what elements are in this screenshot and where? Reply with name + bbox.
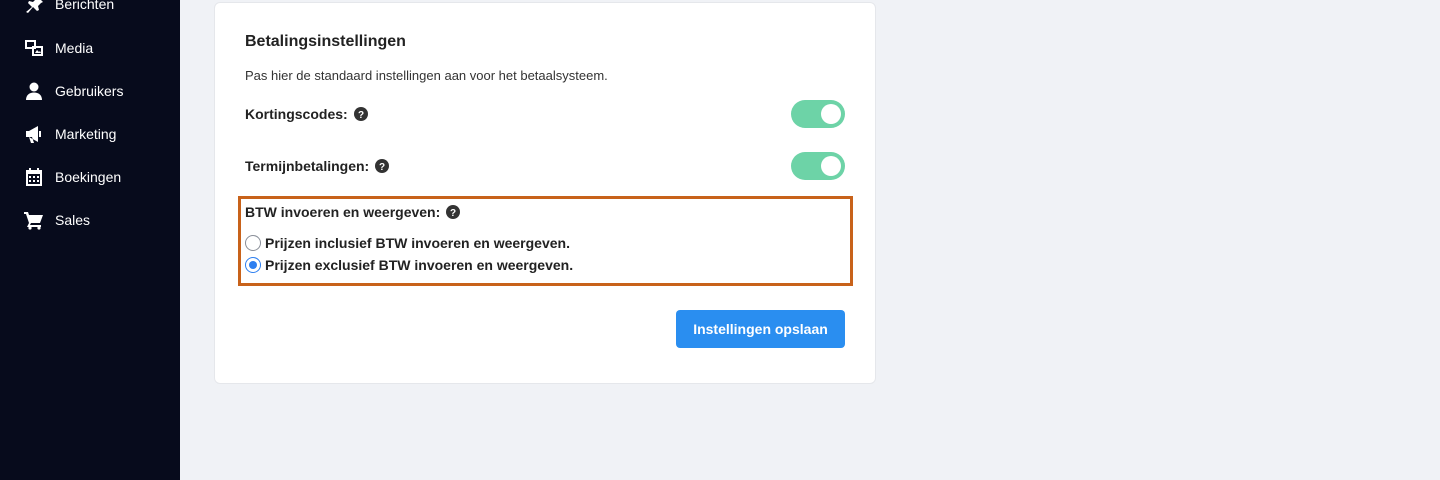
sidebar-item-label: Boekingen (55, 169, 122, 185)
media-icon (24, 38, 44, 58)
radio-dot (249, 261, 257, 269)
payment-settings-card: Betalingsinstellingen Pas hier de standa… (214, 2, 876, 384)
setting-label: Kortingscodes: (245, 106, 348, 122)
calendar-icon (24, 167, 44, 187)
installments-toggle[interactable] (791, 152, 845, 180)
radio-label: Prijzen inclusief BTW invoeren en weerge… (265, 235, 570, 251)
sidebar-item-label: Marketing (55, 126, 117, 142)
card-title: Betalingsinstellingen (245, 33, 406, 50)
user-icon (24, 81, 44, 101)
sidebar-item-gebruikers[interactable]: Gebruikers (0, 73, 180, 109)
save-settings-button[interactable]: Instellingen opslaan (676, 310, 845, 348)
sidebar-item-media[interactable]: Media (0, 30, 180, 66)
sidebar-item-sales[interactable]: Sales (0, 202, 180, 238)
toggle-knob (821, 156, 841, 176)
btw-inclusive-option[interactable]: Prijzen inclusief BTW invoeren en weerge… (245, 235, 570, 251)
pin-icon (24, 0, 44, 14)
sidebar-item-boekingen[interactable]: Boekingen (0, 159, 180, 195)
sidebar-item-label: Berichten (55, 0, 115, 12)
discount-codes-setting: Kortingscodes: ? (245, 106, 368, 122)
cart-icon (24, 210, 44, 230)
card-description: Pas hier de standaard instellingen aan v… (245, 68, 608, 83)
svg-text:?: ? (358, 110, 364, 121)
sidebar-item-berichten[interactable]: Berichten (0, 0, 180, 22)
installments-setting: Termijnbetalingen: ? (245, 158, 390, 174)
sidebar: Berichten Media Gebruikers Marketing Boe… (0, 0, 180, 480)
discount-codes-toggle[interactable] (791, 100, 845, 128)
setting-label: BTW invoeren en weergeven: (245, 204, 441, 220)
sidebar-item-label: Gebruikers (55, 83, 124, 99)
sidebar-item-label: Sales (55, 212, 91, 228)
btw-exclusive-option[interactable]: Prijzen exclusief BTW invoeren en weerge… (245, 257, 573, 273)
radio-label: Prijzen exclusief BTW invoeren en weerge… (265, 257, 574, 273)
btw-inclusive-radio[interactable] (245, 235, 261, 251)
setting-label: Termijnbetalingen: (245, 158, 370, 174)
svg-text:?: ? (379, 162, 385, 173)
btw-exclusive-radio[interactable] (245, 257, 261, 273)
help-icon[interactable]: ? (446, 205, 461, 219)
megaphone-icon (24, 124, 44, 144)
help-icon[interactable]: ? (375, 159, 390, 173)
svg-text:?: ? (450, 208, 456, 219)
toggle-knob (821, 104, 841, 124)
help-icon[interactable]: ? (353, 107, 368, 121)
sidebar-item-marketing[interactable]: Marketing (0, 116, 180, 152)
sidebar-item-label: Media (55, 40, 94, 56)
btw-setting-label: BTW invoeren en weergeven: ? (245, 204, 461, 220)
